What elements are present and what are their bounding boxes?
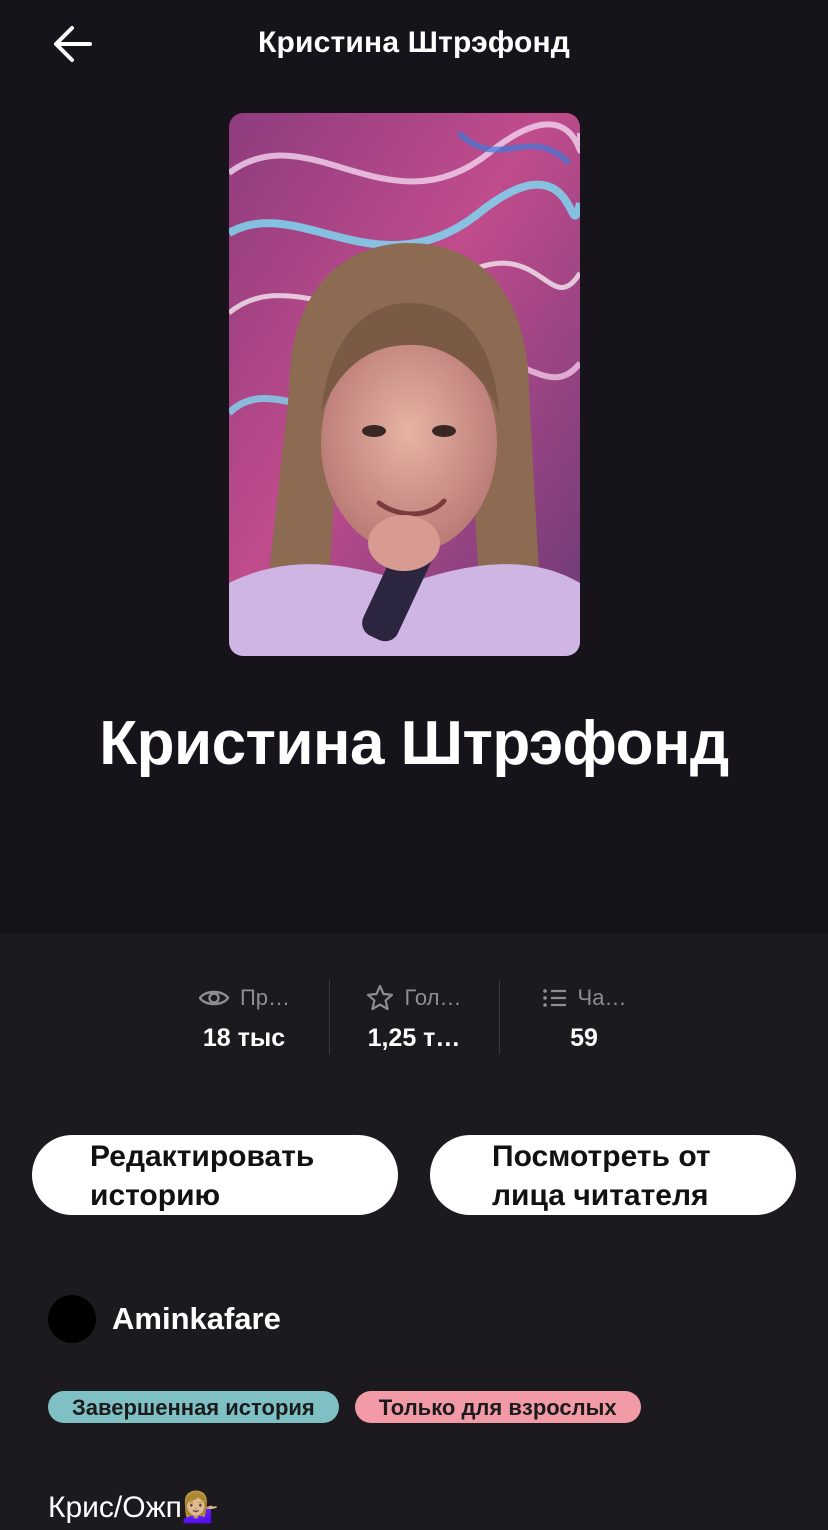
mature-content-badge: Только для взрослых (354, 1391, 641, 1423)
stat-votes-value: 1,25 т… (367, 1024, 461, 1052)
star-icon (367, 984, 394, 1011)
list-icon (542, 989, 566, 1007)
story-actions: Редактировать историю Посмотреть от лица… (32, 1135, 796, 1215)
edit-story-button[interactable]: Редактировать историю (32, 1135, 398, 1215)
cover-portrait (229, 113, 580, 656)
author-row[interactable]: Aminkafare (48, 1295, 281, 1343)
story-cover-image[interactable] (229, 113, 580, 656)
stat-parts-value: 59 (570, 1024, 598, 1052)
preview-label-line1: Посмотреть от (492, 1140, 711, 1173)
stat-views: Пр… 18 тыс (159, 980, 329, 1056)
edit-story-label-line1: Редактировать (90, 1140, 315, 1173)
story-title: Кристина Штрэфонд (99, 709, 729, 778)
completed-story-badge: Завершенная история (48, 1391, 339, 1423)
stat-parts: Ча… 59 (499, 980, 669, 1056)
story-stats: Пр… 18 тыс Гол… 1,25 т… Ча… 59 (159, 980, 669, 1056)
preview-label-line2: лица читателя (492, 1179, 709, 1212)
stat-views-label: Пр… (239, 985, 291, 1010)
eye-icon (198, 990, 230, 1006)
story-tags: Завершенная история Только для взрослых (48, 1391, 641, 1423)
author-name[interactable]: Aminkafare (112, 1301, 281, 1337)
avatar[interactable] (48, 1295, 96, 1343)
stat-votes-label: Гол… (404, 985, 462, 1010)
page-title: Кристина Штрэфонд (257, 26, 571, 59)
stat-votes: Гол… 1,25 т… (329, 980, 499, 1056)
stat-parts-label: Ча… (577, 985, 627, 1010)
hero-section: Кристина Штрэфонд Кристина Штрэфонд (0, 0, 828, 933)
story-description: Крис/Ожп💁🏼‍♀️ (48, 1491, 220, 1524)
top-bar: Кристина Штрэфонд (0, 0, 828, 92)
preview-as-reader-button[interactable]: Посмотреть от лица читателя (430, 1135, 796, 1215)
edit-story-label-line2: историю (90, 1179, 221, 1212)
stat-views-value: 18 тыс (202, 1024, 286, 1052)
